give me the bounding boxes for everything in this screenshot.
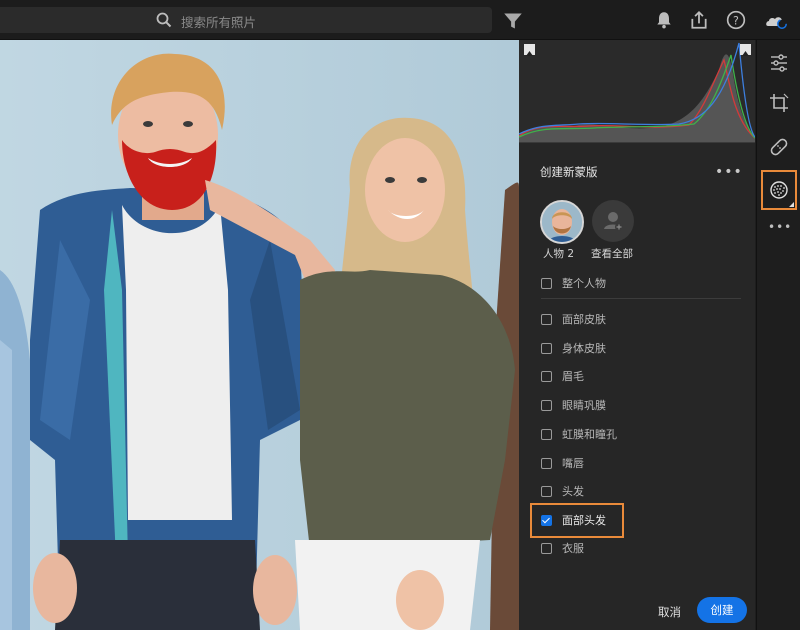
- photo-canvas[interactable]: [0, 40, 519, 630]
- shadow-clipping-toggle[interactable]: [524, 44, 535, 56]
- tool-rail: •••: [756, 40, 800, 630]
- option-clothes[interactable]: 衣服: [541, 540, 584, 556]
- filter-icon[interactable]: [503, 11, 523, 31]
- panel-title: 创建新蒙版: [540, 165, 598, 179]
- option-label: 面部皮肤: [562, 313, 606, 326]
- highlight-clipping-toggle[interactable]: [740, 44, 751, 56]
- option-whole-person[interactable]: 整个人物: [541, 275, 606, 291]
- masking-tool-button[interactable]: [761, 170, 797, 210]
- create-button[interactable]: 创建: [697, 597, 747, 623]
- bell-icon[interactable]: [654, 10, 674, 30]
- option-eyebrows[interactable]: 眉毛: [541, 368, 584, 384]
- option-lips[interactable]: 嘴唇: [541, 455, 584, 471]
- panel-more-button[interactable]: •••: [715, 164, 743, 180]
- option-label: 嘴唇: [562, 457, 584, 470]
- lips-checkbox[interactable]: [541, 457, 552, 469]
- masking-panel: 创建新蒙版 ••• 人物 2 查看全部 整个人物 面部皮肤 身体皮肤 眉毛 眼睛…: [518, 40, 756, 630]
- add-person-icon: [604, 212, 623, 231]
- eye-sclera-checkbox[interactable]: [541, 399, 552, 411]
- crop-icon[interactable]: [768, 92, 790, 114]
- help-icon[interactable]: ?: [726, 10, 746, 30]
- portrait-photo: [0, 40, 519, 630]
- view-all-people-button[interactable]: [592, 200, 634, 242]
- person-2-avatar[interactable]: [540, 200, 584, 244]
- search-placeholder: 搜索所有照片: [181, 15, 257, 30]
- search-bar[interactable]: 搜索所有照片: [0, 7, 492, 33]
- body-skin-checkbox[interactable]: [541, 342, 552, 354]
- option-label: 身体皮肤: [562, 342, 606, 355]
- face-skin-checkbox[interactable]: [541, 313, 552, 325]
- person-2-label: 人物 2: [543, 248, 575, 260]
- whole-person-checkbox[interactable]: [541, 277, 552, 289]
- share-icon[interactable]: [689, 10, 709, 30]
- cloud-sync-icon[interactable]: [762, 10, 788, 30]
- option-label: 头发: [562, 485, 584, 498]
- masking-icon: [770, 181, 788, 199]
- cancel-button[interactable]: 取消: [658, 604, 681, 620]
- eyebrows-checkbox[interactable]: [541, 370, 552, 382]
- option-eye-sclera[interactable]: 眼睛巩膜: [541, 397, 606, 413]
- edit-sliders-icon[interactable]: [768, 52, 790, 74]
- search-icon: [156, 12, 172, 28]
- whole-person-label: 整个人物: [562, 277, 606, 290]
- hair-checkbox[interactable]: [541, 485, 552, 497]
- option-label: 衣服: [562, 542, 584, 555]
- option-body-skin[interactable]: 身体皮肤: [541, 340, 606, 356]
- healing-icon[interactable]: [768, 136, 790, 158]
- svg-text:?: ?: [733, 14, 739, 27]
- top-bar: 搜索所有照片 ?: [0, 0, 800, 40]
- clothes-checkbox[interactable]: [541, 542, 552, 554]
- option-label: 虹膜和瞳孔: [562, 428, 617, 441]
- option-label: 眉毛: [562, 370, 584, 383]
- option-iris-pupil[interactable]: 虹膜和瞳孔: [541, 426, 617, 442]
- view-all-label: 查看全部: [591, 248, 633, 260]
- divider: [541, 298, 741, 299]
- iris-pupil-checkbox[interactable]: [541, 428, 552, 440]
- highlight-annotation: [530, 503, 624, 538]
- option-face-skin[interactable]: 面部皮肤: [541, 311, 606, 327]
- more-icon[interactable]: •••: [768, 220, 792, 234]
- histogram-graph: [518, 42, 756, 142]
- option-label: 眼睛巩膜: [562, 399, 606, 412]
- histogram: [518, 40, 756, 143]
- option-hair[interactable]: 头发: [541, 483, 584, 499]
